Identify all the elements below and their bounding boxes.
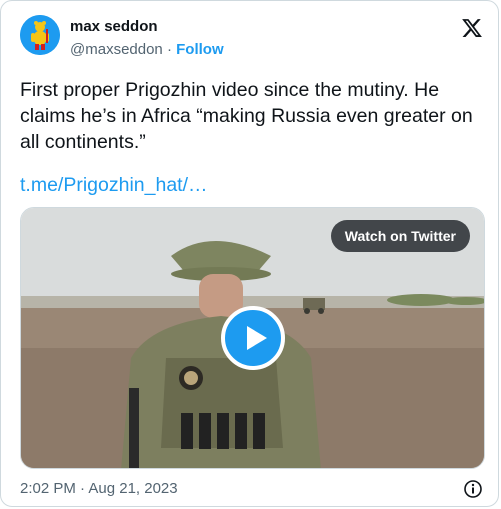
- tweet-card[interactable]: max seddon @maxseddon · Follow First pro…: [0, 0, 499, 507]
- x-logo-icon[interactable]: [461, 17, 483, 39]
- author-handle[interactable]: @maxseddon: [70, 41, 163, 58]
- tweet-link[interactable]: t.me/Prigozhin_hat/…: [20, 172, 208, 198]
- video-thumbnail[interactable]: Watch on Twitter: [20, 207, 485, 469]
- play-button[interactable]: [221, 306, 285, 370]
- follow-button[interactable]: Follow: [176, 41, 224, 58]
- tweet-timestamp[interactable]: 2:02 PM · Aug 21, 2023: [20, 480, 178, 498]
- watch-on-twitter-button[interactable]: Watch on Twitter: [330, 220, 470, 252]
- author-handle-row: @maxseddon · Follow: [70, 41, 224, 59]
- tweet-text: First proper Prigozhin video since the m…: [20, 79, 473, 153]
- info-icon[interactable]: [463, 479, 483, 499]
- author-avatar[interactable]: [20, 15, 60, 55]
- play-icon: [247, 326, 267, 350]
- separator: ·: [166, 41, 172, 58]
- author-name[interactable]: max seddon: [70, 18, 158, 36]
